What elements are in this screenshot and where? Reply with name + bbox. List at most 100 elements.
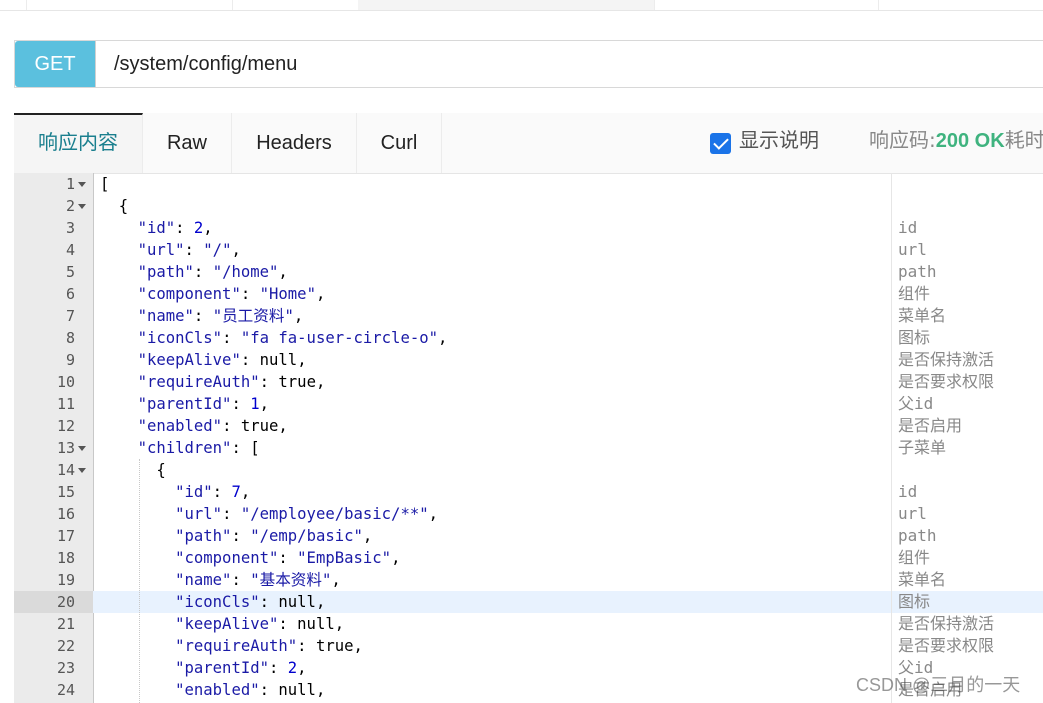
field-description: 图标 bbox=[898, 592, 931, 611]
field-description: path bbox=[898, 262, 937, 281]
line-number: 20 bbox=[56, 593, 75, 611]
response-tabs: 响应内容 Raw Headers Curl 显示说明 响应码:200 OK耗时 bbox=[14, 113, 1043, 174]
field-description: 是否要求权限 bbox=[898, 372, 995, 391]
show-description-checkbox[interactable] bbox=[710, 133, 731, 154]
fold-arrow-icon[interactable] bbox=[78, 204, 86, 209]
field-description: 组件 bbox=[898, 284, 931, 303]
code-area: [ { "id": 2, "url": "/", "path": "/home"… bbox=[94, 173, 891, 703]
fold-arrow-icon[interactable] bbox=[78, 468, 86, 473]
top-tab-active[interactable] bbox=[358, 0, 655, 10]
field-description: 是否保持激活 bbox=[898, 614, 995, 633]
json-value: "/home" bbox=[212, 263, 279, 281]
field-description: 菜单名 bbox=[898, 570, 947, 589]
code-line: "name": "员工资料", bbox=[137, 307, 304, 325]
json-value: null bbox=[278, 593, 316, 611]
code-line: "url": "/", bbox=[137, 241, 241, 259]
line-number: 13 bbox=[56, 439, 75, 457]
field-description: id bbox=[898, 218, 918, 237]
code-line: "parentId": 1, bbox=[137, 395, 270, 413]
json-value: true bbox=[240, 417, 279, 435]
field-description: url bbox=[898, 504, 927, 523]
code-line: "url": "/employee/basic/**", bbox=[175, 505, 438, 523]
json-key: "iconCls" bbox=[175, 593, 260, 611]
line-number: 23 bbox=[56, 659, 75, 677]
status-code: 200 OK bbox=[935, 130, 1005, 152]
json-value: "/employee/basic/**" bbox=[240, 505, 429, 523]
watermark: CSDN @三月的一天 bbox=[856, 675, 1021, 695]
json-value: "基本资料" bbox=[250, 571, 332, 589]
json-key: "enabled" bbox=[137, 417, 223, 435]
code-line: { bbox=[156, 461, 166, 479]
json-key: "enabled" bbox=[175, 681, 260, 699]
line-number: 16 bbox=[56, 505, 75, 523]
json-key: "keepAlive" bbox=[137, 351, 241, 369]
code-line: "requireAuth": true, bbox=[175, 637, 363, 655]
json-value: "/" bbox=[203, 241, 232, 259]
line-number: 9 bbox=[65, 351, 75, 369]
tab-raw[interactable]: Raw bbox=[143, 113, 232, 173]
json-key: "parentId" bbox=[175, 659, 269, 677]
field-description: 子菜单 bbox=[898, 438, 947, 457]
json-value: null bbox=[297, 615, 335, 633]
json-value: 2 bbox=[193, 219, 204, 237]
fold-arrow-icon[interactable] bbox=[78, 446, 86, 451]
json-key: "keepAlive" bbox=[175, 615, 279, 633]
line-number: 4 bbox=[65, 241, 75, 259]
json-value: true bbox=[315, 637, 354, 655]
json-value: true bbox=[278, 373, 316, 391]
code-line: "component": "Home", bbox=[137, 285, 326, 303]
json-value: "员工资料" bbox=[212, 307, 294, 325]
code-line: "path": "/emp/basic", bbox=[175, 527, 373, 545]
json-value: 1 bbox=[250, 395, 260, 413]
line-number: 24 bbox=[56, 681, 75, 699]
tab-response-content[interactable]: 响应内容 bbox=[14, 113, 143, 173]
json-value: [ bbox=[250, 439, 260, 457]
json-key: "requireAuth" bbox=[175, 637, 298, 655]
json-value: 2 bbox=[287, 659, 298, 677]
code-line: "id": 2, bbox=[137, 219, 213, 237]
code-line: "iconCls": null, bbox=[175, 593, 326, 611]
field-description: 是否要求权限 bbox=[898, 636, 995, 655]
code-line: "name": "基本资料", bbox=[175, 571, 341, 589]
field-description: id bbox=[898, 482, 918, 501]
line-number: 1 bbox=[65, 175, 75, 193]
top-tab[interactable] bbox=[26, 0, 233, 10]
tab-curl[interactable]: Curl bbox=[357, 113, 442, 173]
code-editor[interactable]: 1 2 3 4 5 6 7 8 9 10 11 12 13 14 15 16 17 18 19 20 21 22 23 24 … bbox=[14, 173, 1043, 703]
json-key: "id" bbox=[137, 219, 176, 237]
status-label: 响应码: bbox=[869, 128, 936, 152]
json-key: "path" bbox=[175, 527, 232, 545]
code-line: [ bbox=[100, 175, 110, 193]
code-line: "parentId": 2, bbox=[175, 659, 307, 677]
top-tab[interactable] bbox=[0, 0, 27, 10]
line-number: 10 bbox=[56, 373, 75, 391]
line-number: 18 bbox=[56, 549, 75, 567]
code-line: { bbox=[118, 197, 129, 215]
code-line: "requireAuth": true, bbox=[137, 373, 326, 391]
time-label: 耗时 bbox=[1004, 128, 1043, 152]
json-key: "requireAuth" bbox=[137, 373, 260, 391]
top-tab[interactable] bbox=[654, 0, 879, 10]
show-description-label: 显示说明 bbox=[739, 128, 819, 152]
url-input[interactable]: /system/config/menu bbox=[95, 41, 1043, 87]
fold-arrow-icon[interactable] bbox=[78, 182, 86, 187]
json-key: "url" bbox=[137, 241, 185, 259]
top-tab[interactable] bbox=[232, 0, 359, 10]
json-value: 7 bbox=[231, 483, 241, 501]
method-button[interactable]: GET bbox=[15, 41, 95, 87]
line-number: 3 bbox=[65, 219, 75, 237]
json-key: "name" bbox=[175, 571, 232, 589]
field-description: 父id bbox=[898, 394, 934, 413]
field-description: url bbox=[898, 240, 927, 259]
line-number: 19 bbox=[56, 571, 75, 589]
json-key: "path" bbox=[137, 263, 194, 281]
json-key: "component" bbox=[175, 549, 279, 567]
code-line: "iconCls": "fa fa-user-circle-o", bbox=[137, 329, 448, 347]
field-description: 是否启用 bbox=[898, 416, 963, 435]
field-description: 是否保持激活 bbox=[898, 350, 995, 369]
code-line: "keepAlive": null, bbox=[175, 615, 345, 633]
json-key: "id" bbox=[175, 483, 213, 501]
tab-headers[interactable]: Headers bbox=[232, 113, 357, 173]
line-number: 5 bbox=[65, 263, 75, 281]
json-value: null bbox=[278, 681, 316, 699]
